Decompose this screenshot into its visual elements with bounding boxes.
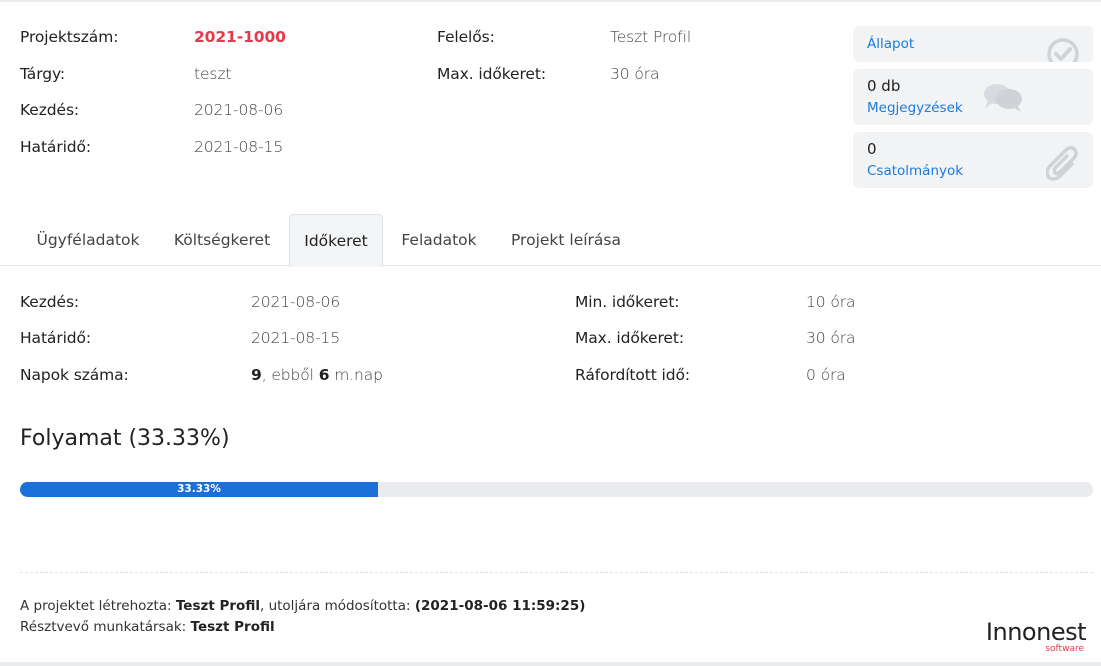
participants-prefix: Résztvevő munkatársak:	[20, 619, 191, 635]
tf-days-value: 9, ebből 6 m.nap	[251, 366, 383, 384]
tab-bar: Ügyféladatok Költségkeret Időkeret Felad…	[0, 214, 1101, 267]
status-link[interactable]: Állapot	[867, 36, 914, 52]
footer-created: A projektet létrehozta: Teszt Profil, ut…	[20, 598, 585, 614]
tab-projekt-leirasa[interactable]: Projekt leírása	[496, 214, 636, 266]
deadline-value: 2021-08-15	[194, 138, 284, 156]
deadline-label: Határidő:	[20, 138, 92, 156]
tab-idokeret[interactable]: Időkeret	[289, 214, 383, 267]
check-circle-icon	[1046, 37, 1080, 62]
progress-title: Folyamat (33.33%)	[20, 426, 230, 451]
attachments-link[interactable]: Csatolmányok	[867, 163, 963, 179]
subject-value: teszt	[194, 65, 232, 83]
progress-bar-fill: 33.33%	[20, 482, 378, 497]
tf-deadline-label: Határidő:	[20, 329, 92, 347]
comments-link[interactable]: Megjegyzések	[867, 100, 963, 116]
created-by: Teszt Profil	[175, 598, 260, 614]
innonest-logo: Innonest software	[958, 618, 1087, 658]
progress-bar: 33.33%	[20, 482, 1093, 497]
max-time-value: 30 óra	[610, 65, 660, 83]
days-unit: m.nap	[329, 366, 383, 384]
days-total: 9	[251, 366, 262, 384]
project-number-value: 2021-1000	[194, 28, 286, 46]
modified-at: (2021-08-06 11:59:25)	[414, 598, 586, 614]
attachments-card[interactable]: 0 Csatolmányok	[853, 132, 1093, 188]
tf-max-value: 30 óra	[806, 329, 856, 347]
tf-days-label: Napok száma:	[20, 366, 129, 384]
days-work: 6	[318, 366, 330, 384]
participants: Teszt Profil	[190, 619, 275, 635]
modified-prefix: , utoljára módosította:	[259, 598, 415, 614]
tf-max-label: Max. időkeret:	[575, 329, 684, 347]
tab-ugyfeladatok[interactable]: Ügyféladatok	[20, 214, 156, 266]
tf-spent-value: 0 óra	[806, 366, 846, 384]
footer-divider	[20, 572, 1093, 573]
paperclip-icon	[1045, 142, 1082, 186]
attachments-count: 0	[867, 140, 877, 158]
tab-feladatok[interactable]: Feladatok	[386, 214, 492, 266]
comments-count: 0 db	[867, 77, 901, 95]
max-time-label: Max. időkeret:	[437, 65, 546, 83]
comments-icon	[981, 81, 1025, 119]
days-sep: , ebből	[261, 366, 319, 384]
footer-participants: Résztvevő munkatársak: Teszt Profil	[20, 619, 275, 635]
status-card[interactable]: Állapot	[853, 26, 1093, 62]
top-divider	[0, 0, 1101, 2]
created-prefix: A projektet létrehozta:	[20, 598, 176, 614]
comments-card[interactable]: 0 db Megjegyzések	[853, 69, 1093, 125]
subject-label: Tárgy:	[20, 65, 66, 83]
tf-start-label: Kezdés:	[20, 293, 80, 311]
tf-min-label: Min. időkeret:	[575, 293, 680, 311]
project-number-label: Projektszám:	[20, 28, 119, 46]
bottom-divider	[0, 662, 1101, 666]
logo-tagline: software	[1045, 644, 1084, 654]
tf-start-value: 2021-08-06	[251, 293, 341, 311]
start-label: Kezdés:	[20, 101, 80, 119]
tf-min-value: 10 óra	[806, 293, 856, 311]
logo-name: Innonest	[985, 618, 1087, 646]
owner-label: Felelős:	[437, 28, 495, 46]
tf-deadline-value: 2021-08-15	[251, 329, 341, 347]
start-value: 2021-08-06	[194, 101, 284, 119]
tab-koltsegkeret[interactable]: Költségkeret	[158, 214, 286, 266]
owner-value: Teszt Profil	[610, 28, 692, 46]
tf-spent-label: Ráfordított idő:	[575, 366, 691, 384]
